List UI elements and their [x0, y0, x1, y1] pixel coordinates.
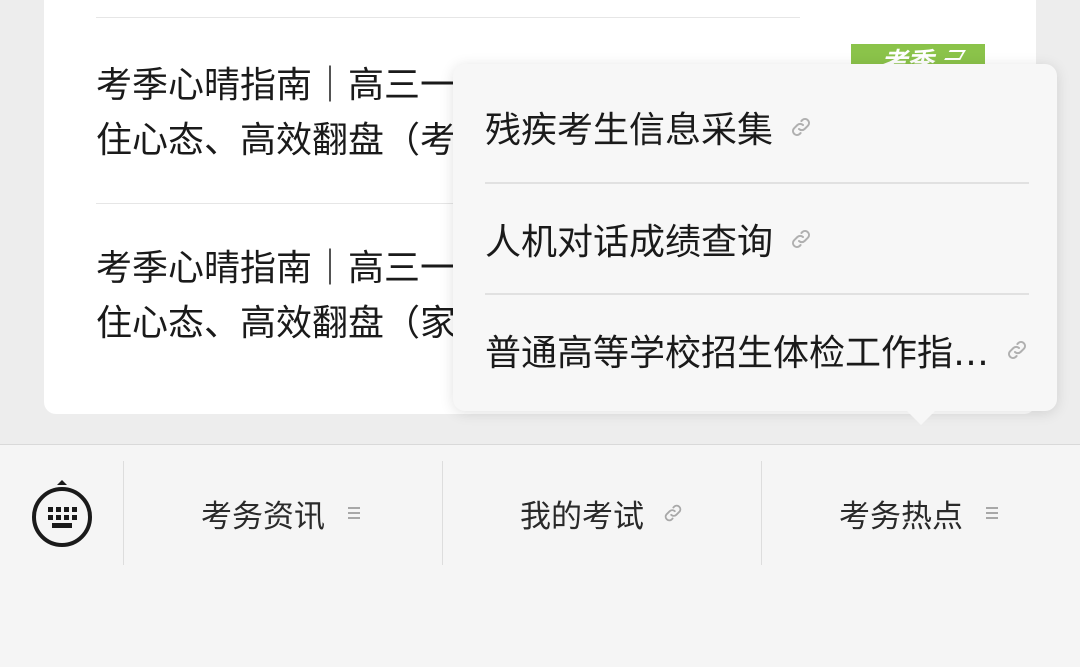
menu-lines-icon: [981, 502, 1003, 524]
tab-label: 考务资讯: [201, 498, 325, 535]
link-icon: [789, 227, 813, 251]
tab-exam-hot-topics[interactable]: 考务热点: [762, 461, 1080, 565]
divider: [96, 17, 800, 18]
keyboard-toggle-button[interactable]: [30, 477, 94, 549]
submenu-popup: 残疾考生信息采集 人机对话成绩查询 普通高等学校招生体检工作指…: [453, 64, 1057, 411]
paper-plane-icon: [944, 50, 966, 60]
tab-exam-news[interactable]: 考务资讯: [124, 461, 442, 565]
tab-label: 我的考试: [520, 498, 644, 535]
submenu-item-label: 普通高等学校招生体检工作指…: [485, 333, 989, 374]
bottom-menu-bar: 考务资讯 我的考试 考务热点: [0, 444, 1080, 667]
submenu-item-label: 人机对话成绩查询: [485, 221, 774, 263]
link-icon: [789, 115, 813, 139]
submenu-item-physical-exam-guide[interactable]: 普通高等学校招生体检工作指…: [485, 294, 1029, 405]
wechat-official-account-page: 考季心晴指南｜高三一 住心态、高效翻盘（考 考季 考季心晴指南｜高三一 住心态、…: [0, 0, 1080, 667]
tab-my-exams[interactable]: 我的考试: [443, 461, 761, 565]
submenu-item-dialogue-score-query[interactable]: 人机对话成绩查询: [485, 183, 1029, 294]
menu-lines-icon: [343, 502, 365, 524]
submenu-item-label: 残疾考生信息采集: [485, 110, 774, 151]
link-icon: [1005, 338, 1029, 362]
keyboard-icon: [32, 480, 92, 547]
submenu-item-disabled-candidate-info[interactable]: 残疾考生信息采集: [485, 72, 1029, 183]
tab-label: 考务热点: [839, 498, 963, 535]
link-icon: [662, 502, 684, 524]
popup-pointer: [906, 410, 936, 425]
